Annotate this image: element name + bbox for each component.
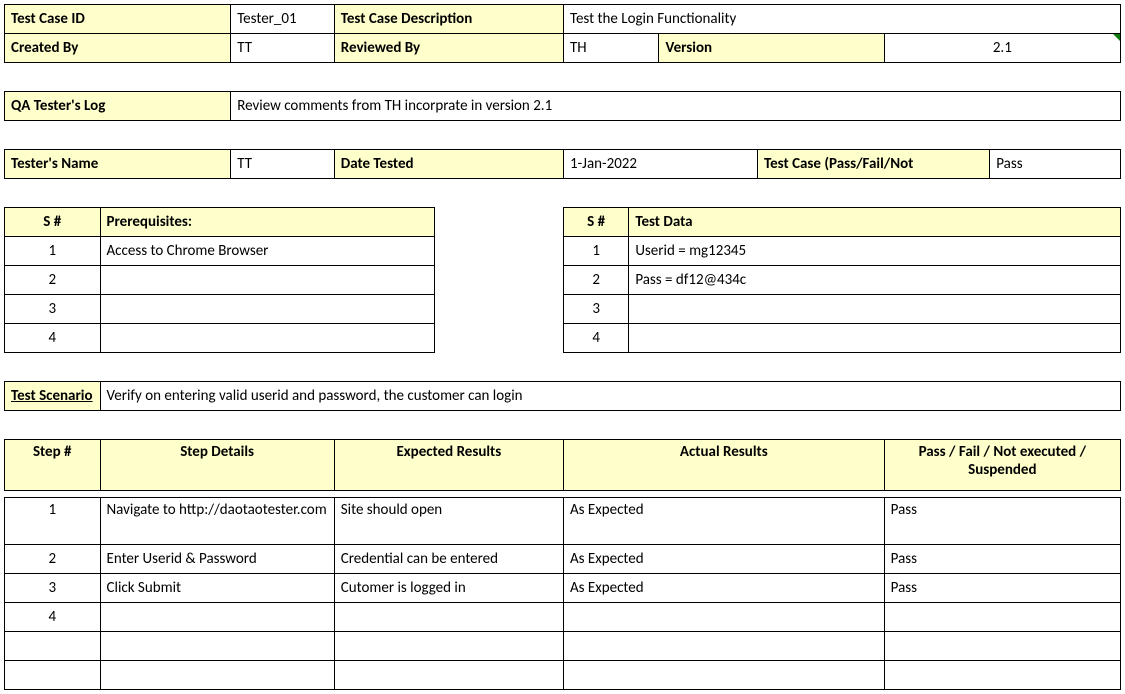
- step-details[interactable]: Navigate to http://daotaotester.com: [100, 498, 334, 545]
- step-num: 3: [5, 574, 101, 603]
- testdata-label: Test Data: [629, 208, 1121, 237]
- prereq-value[interactable]: Access to Chrome Browser: [100, 237, 435, 266]
- step-num: 4: [5, 603, 101, 632]
- passfail-header: Pass / Fail / Not executed / Suspended: [884, 440, 1120, 491]
- testdata-value[interactable]: [629, 324, 1121, 353]
- header-row-2: Created By TT Reviewed By TH Version 2.1: [5, 34, 1121, 63]
- tester-row: Tester's Name TT Date Tested 1-Jan-2022 …: [5, 150, 1121, 179]
- step-expected[interactable]: Cutomer is logged in: [334, 574, 563, 603]
- step-num: 1: [5, 498, 101, 545]
- header-row-1: Test Case ID Tester_01 Test Case Descrip…: [5, 5, 1121, 34]
- actual-header: Actual Results: [563, 440, 884, 491]
- prereq-row: 1 Access to Chrome Browser 1 Userid = mg…: [5, 237, 1121, 266]
- qa-log-label: QA Tester's Log: [5, 92, 231, 121]
- prereq-value[interactable]: [100, 324, 435, 353]
- prereq-num: 4: [5, 324, 101, 353]
- step-pass[interactable]: [884, 603, 1120, 632]
- step-actual[interactable]: [563, 661, 884, 690]
- version-value[interactable]: 2.1: [884, 34, 1120, 63]
- created-by-value[interactable]: TT: [231, 34, 335, 63]
- prereq-num: 2: [5, 266, 101, 295]
- prereq-value[interactable]: [100, 266, 435, 295]
- step-num: [5, 661, 101, 690]
- testdata-value[interactable]: Userid = mg12345: [629, 237, 1121, 266]
- date-tested-value[interactable]: 1-Jan-2022: [563, 150, 757, 179]
- step-pass[interactable]: [884, 632, 1120, 661]
- prereq-value[interactable]: [100, 295, 435, 324]
- prereq-label: Prerequisites:: [100, 208, 435, 237]
- qa-log-value[interactable]: Review comments from TH incorprate in ve…: [231, 92, 1121, 121]
- test-result-value[interactable]: Pass: [990, 150, 1121, 179]
- steps-header: Step # Step Details Expected Results Act…: [5, 440, 1121, 491]
- step-expected[interactable]: Credential can be entered: [334, 545, 563, 574]
- scenario-label: Test Scenario: [5, 382, 101, 411]
- step-num: 2: [5, 545, 101, 574]
- step-actual[interactable]: As Expected: [563, 574, 884, 603]
- test-case-desc-label: Test Case Description: [334, 5, 563, 34]
- testdata-s-label: S #: [563, 208, 628, 237]
- tester-name-label: Tester's Name: [5, 150, 231, 179]
- test-case-sheet: Test Case ID Tester_01 Test Case Descrip…: [4, 4, 1121, 690]
- testdata-value[interactable]: Pass = df12@434c: [629, 266, 1121, 295]
- test-case-desc-value[interactable]: Test the Login Functionality: [563, 5, 1120, 34]
- prereq-num: 1: [5, 237, 101, 266]
- step-expected[interactable]: [334, 603, 563, 632]
- step-actual[interactable]: [563, 632, 884, 661]
- prereq-row: 4 4: [5, 324, 1121, 353]
- step-details-header: Step Details: [100, 440, 334, 491]
- created-by-label: Created By: [5, 34, 231, 63]
- step-expected[interactable]: Site should open: [334, 498, 563, 545]
- step-row: 2 Enter Userid & Password Credential can…: [5, 545, 1121, 574]
- step-num: [5, 632, 101, 661]
- step-row: 1 Navigate to http://daotaotester.com Si…: [5, 498, 1121, 545]
- step-actual[interactable]: As Expected: [563, 545, 884, 574]
- testdata-num: 4: [563, 324, 628, 353]
- step-details[interactable]: [100, 632, 334, 661]
- prereq-row: 2 2 Pass = df12@434c: [5, 266, 1121, 295]
- step-row: 4: [5, 603, 1121, 632]
- step-expected[interactable]: [334, 661, 563, 690]
- step-details[interactable]: [100, 661, 334, 690]
- expected-header: Expected Results: [334, 440, 563, 491]
- tester-name-value[interactable]: TT: [231, 150, 335, 179]
- step-details[interactable]: Enter Userid & Password: [100, 545, 334, 574]
- test-case-id-value[interactable]: Tester_01: [231, 5, 335, 34]
- test-result-label: Test Case (Pass/Fail/Not: [757, 150, 989, 179]
- step-num-header: Step #: [5, 440, 101, 491]
- step-row: [5, 661, 1121, 690]
- step-row: [5, 632, 1121, 661]
- testdata-num: 2: [563, 266, 628, 295]
- step-pass[interactable]: Pass: [884, 498, 1120, 545]
- prereq-testdata-header: S # Prerequisites: S # Test Data: [5, 208, 1121, 237]
- prereq-num: 3: [5, 295, 101, 324]
- step-actual[interactable]: As Expected: [563, 498, 884, 545]
- version-label: Version: [659, 34, 884, 63]
- testdata-num: 3: [563, 295, 628, 324]
- step-details[interactable]: Click Submit: [100, 574, 334, 603]
- step-actual[interactable]: [563, 603, 884, 632]
- step-expected[interactable]: [334, 632, 563, 661]
- date-tested-label: Date Tested: [334, 150, 563, 179]
- testdata-value[interactable]: [629, 295, 1121, 324]
- step-pass[interactable]: Pass: [884, 545, 1120, 574]
- test-case-id-label: Test Case ID: [5, 5, 231, 34]
- prereq-row: 3 3: [5, 295, 1121, 324]
- prereq-s-label: S #: [5, 208, 101, 237]
- scenario-value[interactable]: Verify on entering valid userid and pass…: [100, 382, 1121, 411]
- testdata-num: 1: [563, 237, 628, 266]
- step-row: 3 Click Submit Cutomer is logged in As E…: [5, 574, 1121, 603]
- scenario-row: Test Scenario Verify on entering valid u…: [5, 382, 1121, 411]
- reviewed-by-label: Reviewed By: [334, 34, 563, 63]
- step-pass[interactable]: Pass: [884, 574, 1120, 603]
- reviewed-by-value[interactable]: TH: [563, 34, 659, 63]
- step-details[interactable]: [100, 603, 334, 632]
- step-pass[interactable]: [884, 661, 1120, 690]
- qa-log-row: QA Tester's Log Review comments from TH …: [5, 92, 1121, 121]
